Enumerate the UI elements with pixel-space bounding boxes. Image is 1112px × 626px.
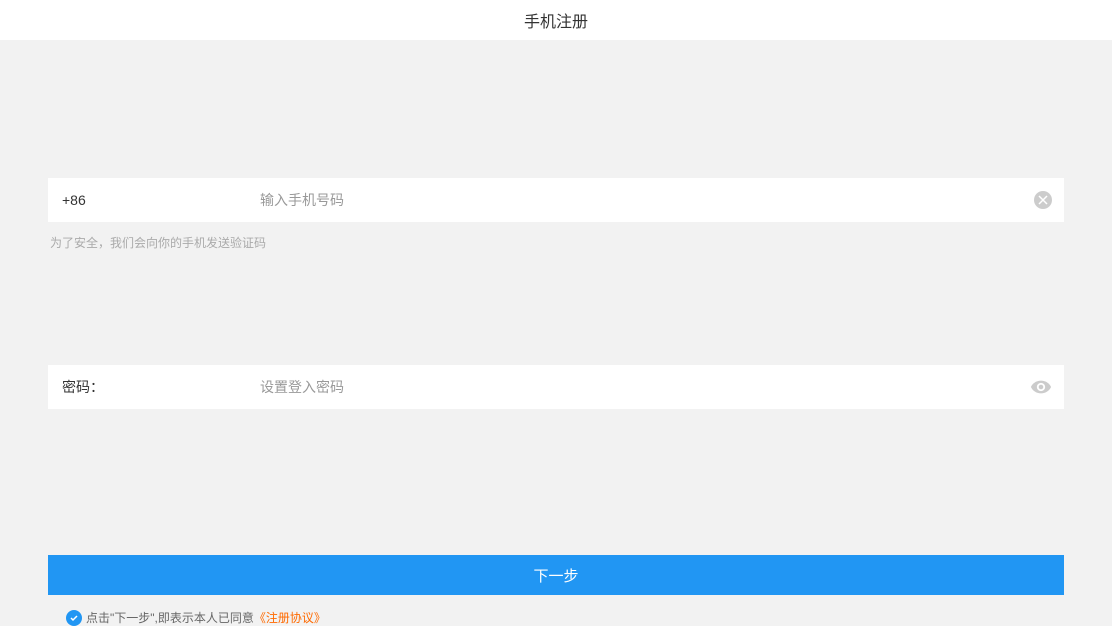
agreement-row: 点击"下一步",即表示本人已同意 《注册协议》 xyxy=(48,609,1064,626)
password-input-group: 密码： xyxy=(48,365,1064,409)
country-code-label[interactable]: +86 xyxy=(60,192,260,208)
agreement-link[interactable]: 《注册协议》 xyxy=(254,609,326,626)
password-input[interactable] xyxy=(260,365,1030,409)
password-label: 密码： xyxy=(60,377,260,397)
next-button[interactable]: 下一步 xyxy=(48,555,1064,595)
agreement-text: 点击"下一步",即表示本人已同意 xyxy=(86,609,254,626)
page-title: 手机注册 xyxy=(524,8,588,32)
phone-input-group: +86 xyxy=(48,178,1064,222)
eye-icon[interactable] xyxy=(1030,376,1052,398)
next-button-label: 下一步 xyxy=(533,565,578,586)
content-area: +86 为了安全，我们会向你的手机发送验证码 密码： 下一步 点击"下一步",即… xyxy=(0,178,1112,626)
check-icon[interactable] xyxy=(66,610,82,626)
clear-icon[interactable] xyxy=(1034,191,1052,209)
phone-hint: 为了安全，我们会向你的手机发送验证码 xyxy=(48,234,1064,251)
page-header: 手机注册 xyxy=(0,0,1112,40)
phone-input[interactable] xyxy=(260,178,1034,222)
